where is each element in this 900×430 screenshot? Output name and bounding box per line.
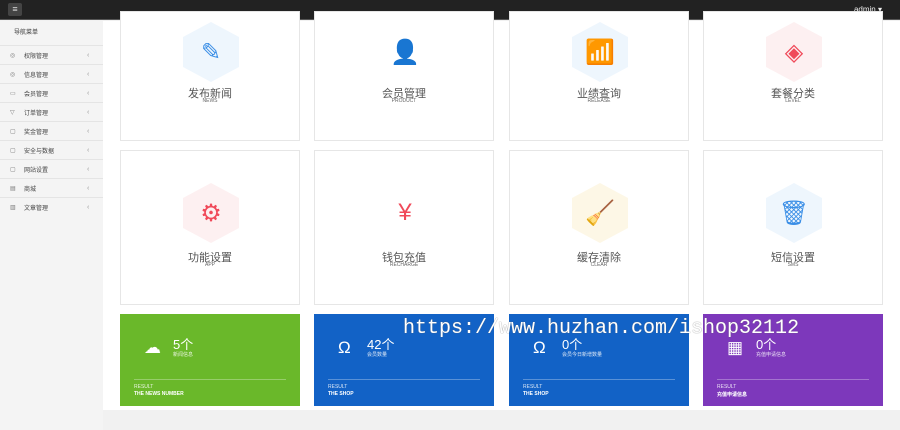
stat-icon: ▦ [727, 338, 744, 357]
stat-label: 会员数量 [367, 352, 388, 358]
menu-icon: ▢ [10, 128, 16, 135]
stat-subtitle: THE SHOP [328, 391, 354, 397]
tile-icon: 👤 [377, 22, 433, 82]
sidebar-item[interactable]: ▤ 商城 ‹ [0, 178, 103, 197]
chevron-left-icon: ‹ [87, 203, 90, 211]
tile-subtitle: LEVEL [785, 98, 801, 104]
sidebar-item[interactable]: ▥ 文章管理 ‹ [0, 197, 103, 216]
menu-icon: ▽ [10, 109, 15, 116]
menu-icon: ◎ [10, 71, 16, 78]
sidebar: 导航菜单 ◎ 权限管理 ‹ ◎ 信息管理 ‹ ▭ 会员管理 ‹ ▽ 订单管理 ‹ ▢ 奖金管理 ‹ ▢ 安全与数… [0, 21, 103, 430]
stat-subtitle: 充值申请信息 [717, 392, 748, 398]
tile-recharge[interactable]: ¥ 钱包充值 RECHARGE [314, 150, 494, 305]
menu-icon: ▭ [10, 90, 16, 97]
stat-icon: ☁ [144, 338, 161, 357]
tile-news[interactable]: ✎ 发布新闻 NEWS [120, 11, 300, 141]
chevron-left-icon: ‹ [87, 165, 90, 173]
stat-card: ☁ 5个 新闻信息 RESULT THE NEWS NUMBER [120, 314, 300, 406]
stat-result: RESULT [134, 384, 154, 390]
tile-subtitle: CLEAR [590, 262, 608, 268]
sidebar-item[interactable]: ▽ 订单管理 ‹ [0, 102, 103, 121]
tile-icon: 🗑 [766, 183, 822, 243]
tile-release[interactable]: 📶 业绩查询 RELEASE [509, 11, 689, 141]
tile-level[interactable]: ◈ 套餐分类 LEVEL [703, 11, 883, 141]
sidebar-item[interactable]: ▭ 会员管理 ‹ [0, 83, 103, 102]
stat-icon: Ω [533, 338, 546, 357]
tile-subtitle: APP [204, 262, 215, 268]
tile-app[interactable]: ⚙ 功能设置 APP [120, 150, 300, 305]
menu-icon: ▤ [10, 185, 16, 192]
divider [523, 379, 675, 380]
tile-subtitle: SMS [787, 262, 799, 268]
sidebar-item[interactable]: ◎ 权限管理 ‹ [0, 45, 103, 64]
chevron-left-icon: ‹ [87, 146, 90, 154]
sidebar-item-label: 网站设置 [24, 167, 49, 174]
menu-icon: ▥ [10, 204, 16, 211]
sidebar-item[interactable]: ▢ 安全与数据 ‹ [0, 140, 103, 159]
chevron-left-icon: ‹ [87, 89, 90, 97]
menu-icon: ▢ [10, 166, 16, 173]
stat-label: 新闻信息 [173, 352, 194, 358]
sidebar-item-label: 文章管理 [24, 205, 49, 212]
chevron-left-icon: ‹ [87, 70, 90, 78]
watermark: https://www.huzhan.com/ishop32112 [403, 317, 800, 340]
sidebar-item-label: 权限管理 [24, 53, 49, 60]
stat-result: RESULT [328, 384, 348, 390]
sidebar-title: 导航菜单 [14, 30, 39, 36]
tile-icon: 📶 [572, 22, 628, 82]
sidebar-item[interactable]: ▢ 奖金管理 ‹ [0, 121, 103, 140]
tile-clear[interactable]: 🧹 缓存清除 CLEAR [509, 150, 689, 305]
stat-subtitle: THE NEWS NUMBER [134, 391, 184, 397]
tile-subtitle: RELEASE [587, 98, 611, 104]
stat-label: 会员今日新增数量 [562, 352, 603, 358]
tile-subtitle: RECHARGE [389, 262, 419, 268]
chevron-left-icon: ‹ [87, 51, 90, 59]
tile-subtitle: NEWS [202, 98, 218, 104]
tile-icon: 🧹 [572, 183, 628, 243]
tile-icon: ◈ [766, 22, 822, 82]
menu-icon: ◎ [10, 52, 16, 59]
tile-icon: ⚙ [183, 183, 239, 243]
sidebar-item-label: 信息管理 [24, 72, 49, 79]
chevron-left-icon: ‹ [87, 108, 90, 116]
stat-result: RESULT [523, 384, 543, 390]
main-content: ✎ 发布新闻 NEWS 👤 会员管理 PRODUCT 📶 业绩查询 RELEASE ◈ 套餐分类 LE… [103, 11, 900, 410]
stat-icon: Ω [338, 338, 351, 357]
tile-icon: ¥ [377, 183, 433, 243]
stat-subtitle: THE SHOP [523, 391, 549, 397]
sidebar-item-label: 会员管理 [24, 91, 49, 98]
tile-sms[interactable]: 🗑 短信设置 SMS [703, 150, 883, 305]
chevron-left-icon: ‹ [87, 127, 90, 135]
divider [328, 379, 480, 380]
chevron-left-icon: ‹ [87, 184, 90, 192]
stat-result: RESULT [717, 384, 737, 390]
sidebar-item-label: 订单管理 [24, 110, 49, 117]
sidebar-item-label: 商城 [24, 186, 37, 193]
sidebar-item[interactable]: ▢ 网站设置 ‹ [0, 159, 103, 178]
tile-subtitle: PRODUCT [391, 98, 417, 104]
menu-toggle-button[interactable]: ≡ [8, 3, 22, 16]
sidebar-item-label: 奖金管理 [24, 129, 49, 136]
sidebar-item-label: 安全与数据 [24, 148, 55, 155]
menu-icon: ▢ [10, 147, 16, 154]
sidebar-item[interactable]: ◎ 信息管理 ‹ [0, 64, 103, 83]
tile-product[interactable]: 👤 会员管理 PRODUCT [314, 11, 494, 141]
divider [134, 379, 286, 380]
divider [717, 379, 869, 380]
stat-label: 充值申请信息 [756, 352, 787, 358]
tile-icon: ✎ [183, 22, 239, 82]
